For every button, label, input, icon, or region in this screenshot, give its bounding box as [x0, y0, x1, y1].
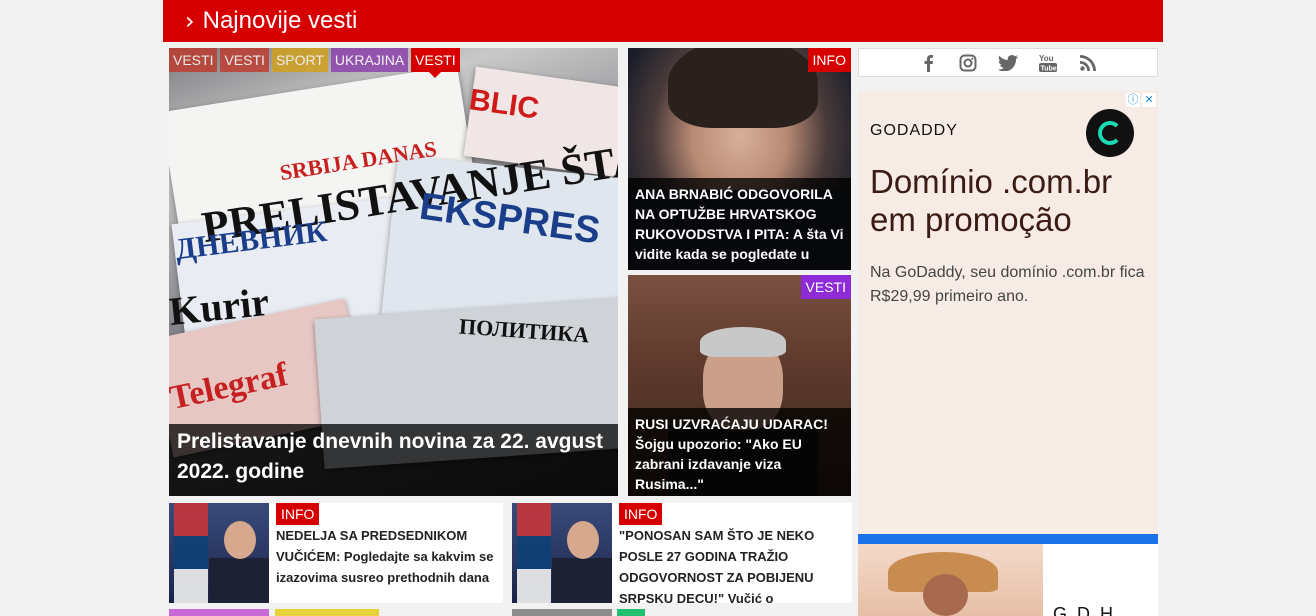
advertisement[interactable]: ⓘ ✕ GODADDY Domínio .com.br em promoção …	[858, 91, 1158, 534]
ad-body: Na GoDaddy, seu domínio .com.br fica R$2…	[870, 264, 1145, 305]
rss-icon[interactable]	[1077, 54, 1099, 71]
next-row-thumbnail	[275, 609, 379, 616]
tag-info[interactable]: INFO	[807, 48, 851, 72]
ad-image	[858, 544, 1043, 616]
article-title[interactable]: NEDELJA SA PREDSEDNIKOM VUČIĆEM: Pogleda…	[276, 525, 497, 588]
section-header[interactable]: › Najnovije vesti	[163, 0, 1163, 42]
side-article[interactable]: INFO ANA BRNABIĆ ODGOVORILA NA OPTUŽBE H…	[628, 48, 851, 270]
side-article[interactable]: VESTI RUSI UZVRAĆAJU UDARAC! Šojgu upozo…	[628, 275, 851, 496]
tag-vesti-active[interactable]: VESTI	[411, 48, 460, 78]
title-rest: Vučić o	[724, 591, 774, 603]
chevron-right-icon: ›	[185, 7, 195, 35]
tag-sport[interactable]: SPORT	[271, 48, 328, 72]
twitter-icon[interactable]	[997, 54, 1019, 71]
section-title: Najnovije vesti	[202, 7, 358, 34]
article-thumbnail[interactable]	[512, 503, 612, 603]
tag-vesti[interactable]: VESTI	[220, 48, 269, 72]
hero-tags: VESTI VESTI SPORT UKRAJINA VESTI	[169, 48, 463, 78]
instagram-icon[interactable]	[957, 54, 979, 72]
hero-title[interactable]: Prelistavanje dnevnih novina za 22. avgu…	[169, 424, 618, 496]
tag-ukrajina[interactable]: UKRAJINA	[330, 48, 409, 72]
social-links: You Tube	[858, 48, 1158, 77]
youtube-icon[interactable]: You Tube	[1037, 53, 1059, 73]
title-upper: "PONOSAN SAM ŠTO JE NEKO POSLE 27 GODINA…	[619, 528, 815, 603]
ad-brand: G. D. H	[1053, 604, 1114, 616]
article-title[interactable]: "PONOSAN SAM ŠTO JE NEKO POSLE 27 GODINA…	[619, 525, 846, 603]
list-item[interactable]: INFO "PONOSAN SAM ŠTO JE NEKO POSLE 27 G…	[512, 503, 852, 603]
tag-info[interactable]: INFO	[619, 503, 663, 525]
list-item[interactable]: INFO NEDELJA SA PREDSEDNIKOM VUČIĆEM: Po…	[169, 503, 503, 603]
tag-info[interactable]: INFO	[276, 503, 320, 525]
svg-text:Tube: Tube	[1041, 65, 1057, 72]
advertisement-secondary[interactable]: G. D. H	[858, 534, 1158, 616]
article-title[interactable]: RUSI UZVRAĆAJU UDARAC! Šojgu upozorio: "…	[628, 408, 851, 496]
hero-article[interactable]: SRBIJA DANAS PRELISTAVANJE ŠTAMPE ДНЕВНИ…	[169, 48, 618, 496]
facebook-icon[interactable]	[917, 54, 939, 72]
svg-text:You: You	[1039, 54, 1054, 63]
ad-controls: ⓘ ✕	[1126, 93, 1156, 107]
tag-vesti[interactable]: VESTI	[800, 275, 851, 299]
ad-close-icon[interactable]: ✕	[1142, 93, 1156, 107]
tag-vesti[interactable]: VESTI	[169, 48, 218, 72]
ad-info-icon[interactable]: ⓘ	[1126, 93, 1140, 107]
ad-brand: GODADDY	[870, 122, 958, 139]
next-row-thumbnail	[169, 609, 269, 616]
next-row-tag	[617, 609, 645, 616]
article-title[interactable]: ANA BRNABIĆ ODGOVORILA NA OPTUŽBE HRVATS…	[628, 178, 851, 270]
godaddy-logo-icon	[1086, 109, 1134, 157]
next-row-thumbnail	[512, 609, 612, 616]
article-thumbnail[interactable]	[169, 503, 269, 603]
ad-headline[interactable]: Domínio .com.br em promoção	[870, 163, 1150, 239]
